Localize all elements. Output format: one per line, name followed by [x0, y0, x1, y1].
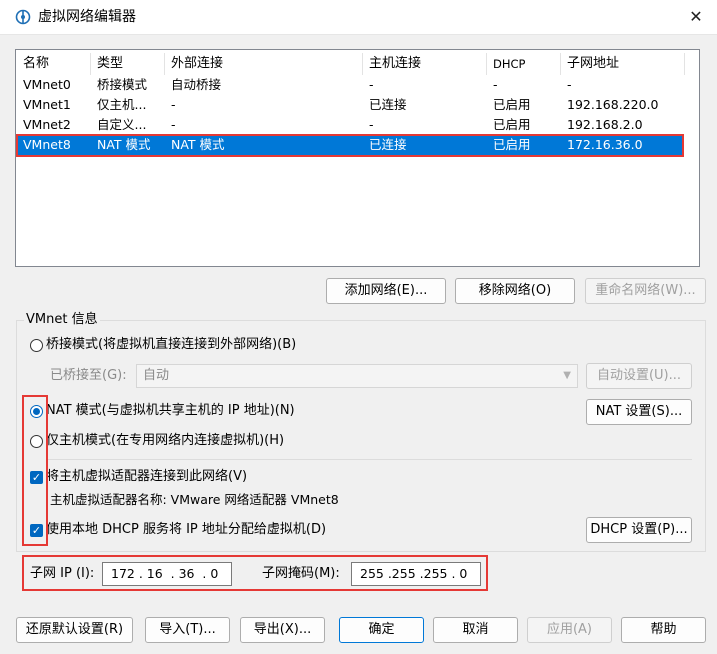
bridged-to-label: 已桥接至(G): [50, 368, 127, 383]
cell-external: - [171, 97, 176, 112]
cell-subnet: 192.168.220.0 [567, 97, 659, 112]
restore-defaults-button[interactable]: 还原默认设置(R) [16, 617, 133, 643]
cell-host: - [369, 117, 374, 132]
bridge-mode-radio[interactable] [30, 339, 43, 352]
bridge-mode-label[interactable]: 桥接模式(将虚拟机直接连接到外部网络)(B) [46, 336, 296, 354]
cell-type: 仅主机... [97, 97, 147, 112]
col-header-name[interactable]: 名称 [17, 53, 91, 75]
cell-dhcp: 已启用 [493, 97, 531, 112]
cell-type: 桥接模式 [97, 77, 148, 92]
ok-button[interactable]: 确定 [339, 617, 424, 643]
cell-name: VMnet1 [23, 97, 71, 112]
adapter-name-text: 主机虚拟适配器名称: VMware 网络适配器 VMnet8 [50, 492, 339, 507]
cell-external: 自动桥接 [171, 77, 222, 92]
cell-host: 已连接 [369, 97, 407, 112]
network-table[interactable]: 名称 类型 外部连接 主机连接 DHCP 子网地址 VMnet0 桥接模式 自动… [15, 49, 700, 267]
add-network-button[interactable]: 添加网络(E)... [326, 278, 446, 304]
vmnet-info-label: VMnet 信息 [24, 312, 100, 328]
host-only-mode-label[interactable]: 仅主机模式(在专用网络内连接虚拟机)(H) [46, 432, 284, 450]
nat-settings-button[interactable]: NAT 设置(S)... [586, 399, 692, 425]
col-header-type[interactable]: 类型 [91, 53, 165, 75]
table-row[interactable]: VMnet2 自定义... - - 已启用 192.168.2.0 [17, 115, 684, 135]
network-editor-icon [15, 9, 31, 25]
col-header-subnet[interactable]: 子网地址 [561, 53, 685, 75]
bridged-to-select[interactable]: 自动 ▼ [136, 364, 578, 388]
close-icon[interactable]: ✕ [684, 5, 708, 29]
cell-name: VMnet0 [23, 77, 71, 92]
table-row[interactable]: VMnet0 桥接模式 自动桥接 - - - [17, 75, 684, 95]
cell-external: - [171, 117, 176, 132]
cell-name: VMnet2 [23, 117, 71, 132]
nat-mode-label[interactable]: NAT 模式(与虚拟机共享主机的 IP 地址)(N) [46, 402, 295, 420]
cell-dhcp: - [493, 77, 498, 92]
table-row[interactable]: VMnet1 仅主机... - 已连接 已启用 192.168.220.0 [17, 95, 684, 115]
cancel-button[interactable]: 取消 [433, 617, 518, 643]
export-button[interactable]: 导出(X)... [240, 617, 325, 643]
cell-host: - [369, 77, 374, 92]
window-title: 虚拟网络编辑器 [38, 9, 136, 25]
connect-adapter-label[interactable]: 将主机虚拟适配器连接到此网络(V) [46, 468, 247, 486]
cell-subnet: 192.168.2.0 [567, 117, 643, 132]
col-header-dhcp[interactable]: DHCP [487, 53, 561, 75]
selected-row-highlight [16, 134, 684, 157]
remove-network-button[interactable]: 移除网络(O) [455, 278, 575, 304]
dhcp-settings-button[interactable]: DHCP 设置(P)... [586, 517, 692, 543]
cell-subnet: - [567, 77, 572, 92]
options-highlight [22, 395, 48, 546]
col-header-host[interactable]: 主机连接 [363, 53, 487, 75]
divider [46, 459, 692, 460]
bridged-to-value: 自动 [143, 368, 170, 383]
import-button[interactable]: 导入(T)... [145, 617, 230, 643]
cell-dhcp: 已启用 [493, 117, 531, 132]
dropdown-arrow-icon: ▼ [563, 370, 571, 381]
rename-network-button[interactable]: 重命名网络(W)... [585, 278, 706, 304]
help-button[interactable]: 帮助 [621, 617, 706, 643]
cell-type: 自定义... [97, 117, 147, 132]
use-dhcp-label[interactable]: 使用本地 DHCP 服务将 IP 地址分配给虚拟机(D) [46, 521, 326, 539]
apply-button[interactable]: 应用(A) [527, 617, 612, 643]
col-header-external[interactable]: 外部连接 [165, 53, 363, 75]
subnet-highlight [22, 555, 488, 591]
auto-settings-button[interactable]: 自动设置(U)... [586, 363, 692, 389]
